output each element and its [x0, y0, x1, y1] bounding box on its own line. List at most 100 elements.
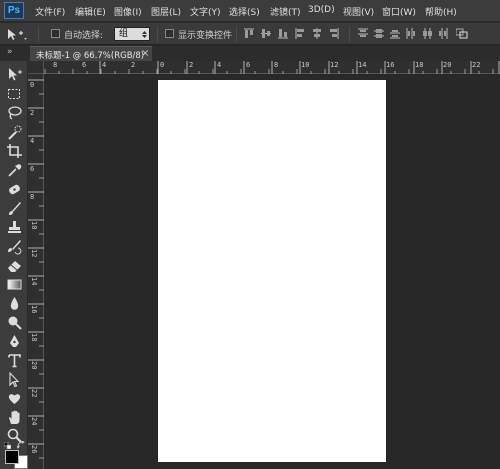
menu-type[interactable]: 文字(Y): [190, 5, 221, 18]
collapse-panel-icon[interactable]: »: [7, 47, 13, 57]
menu-filter[interactable]: 滤镜(T): [270, 5, 301, 18]
history-brush-tool-icon[interactable]: [6, 238, 23, 255]
menu-window[interactable]: 窗口(W): [382, 5, 416, 18]
brush-tool-icon[interactable]: [6, 200, 23, 217]
ruler-label: 4: [102, 61, 107, 69]
ruler-label: 14: [358, 61, 367, 69]
ruler-label: 20: [30, 361, 38, 370]
ruler-label: 12: [330, 61, 339, 69]
distribute-vcenter-icon: [374, 29, 384, 38]
distribute-bottom-icon: [390, 30, 400, 39]
distribute-bottom-button[interactable]: [390, 28, 400, 42]
ruler-origin[interactable]: [28, 61, 44, 74]
path-selection-tool-icon[interactable]: [6, 371, 23, 388]
align-hcenter-icon: [313, 28, 321, 39]
tool-preset-picker[interactable]: [4, 26, 28, 42]
auto-select-dropdown[interactable]: 组: [114, 27, 150, 41]
ruler-label: 14: [30, 277, 38, 286]
align-bottom-edges-button[interactable]: [278, 28, 288, 42]
ruler-label: 0: [160, 61, 165, 69]
ruler-label: 0: [30, 81, 35, 89]
ruler-label: 10: [30, 221, 38, 230]
ruler-label: 6: [246, 61, 251, 69]
distribute-left-button[interactable]: [406, 28, 416, 42]
align-horizontal-centers-button[interactable]: [312, 28, 322, 42]
menu-file[interactable]: 文件(F): [35, 5, 65, 18]
close-tab-icon[interactable]: ×: [141, 48, 149, 59]
distribute-right-button[interactable]: [438, 28, 448, 42]
clone-stamp-tool-icon[interactable]: [6, 219, 23, 236]
dropdown-arrows-icon: [142, 31, 147, 38]
crop-tool-icon[interactable]: [6, 143, 23, 160]
ruler-label: 16: [386, 61, 395, 69]
options-separator: [236, 26, 237, 42]
eraser-tool-icon[interactable]: [6, 257, 23, 274]
menu-select[interactable]: 选择(S): [229, 5, 260, 18]
ruler-label: 6: [30, 165, 35, 173]
ruler-label: 8: [30, 193, 35, 201]
menu-view[interactable]: 视图(V): [343, 5, 374, 18]
ruler-label: 2: [30, 109, 35, 117]
align-right-edges-button[interactable]: [329, 28, 339, 42]
distribute-hcenter-icon: [423, 28, 432, 39]
ruler-label: 6: [82, 61, 87, 69]
auto-align-layers-button[interactable]: [455, 28, 468, 42]
distribute-top-button[interactable]: [358, 28, 368, 42]
vertical-ruler: 0 2 4 6 8 10 12 14 16 18 20 22 24 26: [28, 74, 44, 469]
distribute-hcenter-button[interactable]: [422, 28, 432, 42]
distribute-left-icon: [406, 28, 415, 39]
options-separator: [38, 26, 39, 42]
horizontal-ruler-ticks: [30, 61, 500, 74]
move-tool-icon[interactable]: [6, 66, 23, 83]
blur-tool-icon[interactable]: [6, 295, 23, 312]
pen-tool-icon[interactable]: [6, 333, 23, 350]
align-vertical-centers-button[interactable]: [261, 28, 271, 42]
custom-shape-tool-icon[interactable]: [6, 390, 23, 407]
type-tool-icon[interactable]: [6, 352, 23, 369]
ruler-label: 2: [131, 61, 136, 69]
marquee-tool-icon[interactable]: [6, 86, 23, 103]
ruler-label: 2: [189, 61, 194, 69]
menu-edit[interactable]: 编辑(E): [75, 5, 106, 18]
horizontal-ruler: 8 6 4 2 0 2 4 6 8 10 12 14 16 18 20 22: [28, 61, 500, 74]
distribute-top-icon: [358, 28, 368, 37]
document-tab[interactable]: 未标题-1 @ 66.7%(RGB/8) ×: [30, 46, 152, 61]
auto-select-checkbox[interactable]: [51, 29, 60, 38]
show-transform-checkbox[interactable]: [165, 29, 174, 38]
auto-select-value: 组: [119, 29, 129, 39]
ruler-label: 18: [415, 61, 424, 69]
document-canvas[interactable]: [158, 80, 386, 462]
menu-help[interactable]: 帮助(H): [425, 5, 457, 18]
align-top-edges-button[interactable]: [244, 28, 254, 42]
quick-select-tool-icon[interactable]: [6, 124, 23, 141]
options-separator: [349, 26, 350, 42]
healing-brush-tool-icon[interactable]: [6, 181, 23, 198]
hand-tool-icon[interactable]: [6, 409, 23, 426]
menu-layer[interactable]: 图层(L): [151, 5, 181, 18]
menu-image[interactable]: 图像(I): [114, 5, 142, 18]
ruler-label: 26: [30, 445, 38, 454]
ruler-label: 24: [30, 417, 38, 426]
align-left-icon: [295, 28, 304, 39]
document-tab-title: 未标题-1 @ 66.7%(RGB/8): [36, 51, 145, 61]
align-right-icon: [330, 28, 339, 39]
align-left-edges-button[interactable]: [295, 28, 305, 42]
default-colors-icon[interactable]: [3, 441, 12, 450]
lasso-tool-icon[interactable]: [6, 105, 23, 122]
align-bottom-icon: [278, 29, 288, 39]
ruler-label: 20: [443, 61, 452, 69]
swap-colors-icon[interactable]: [16, 440, 26, 449]
eyedropper-tool-icon[interactable]: [6, 162, 23, 179]
align-top-icon: [244, 28, 254, 38]
options-separator: [157, 26, 158, 42]
foreground-color-swatch[interactable]: [5, 450, 19, 464]
distribute-vcenter-button[interactable]: [374, 28, 384, 42]
show-transform-label: 显示变换控件: [178, 31, 233, 41]
gradient-tool-icon[interactable]: [6, 276, 23, 293]
ruler-label: 22: [30, 389, 38, 398]
dodge-tool-icon[interactable]: [6, 314, 23, 331]
ruler-label: 16: [30, 305, 38, 314]
menu-3d[interactable]: 3D(D): [308, 5, 335, 15]
ruler-label: 18: [30, 333, 38, 342]
align-vcenter-icon: [261, 29, 271, 38]
